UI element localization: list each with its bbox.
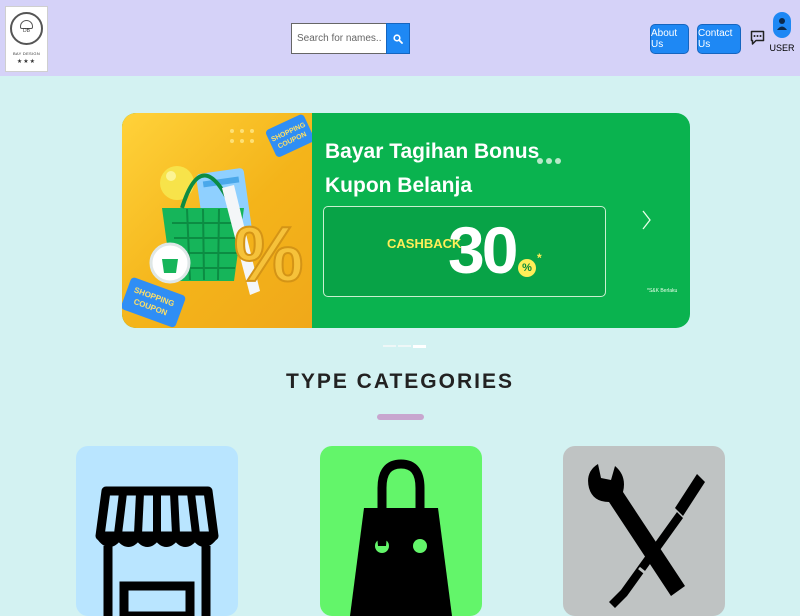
cashback-value: 30 — [448, 213, 518, 287]
chat-icon[interactable] — [750, 30, 765, 46]
contact-us-button[interactable]: Contact Us — [697, 24, 741, 54]
promo-banner[interactable]: SHOPPING COUPON % SHOPPING COUPON Bayar … — [122, 113, 690, 328]
logo-text-bottom: BAY DESIGN — [12, 51, 41, 56]
logo[interactable]: DB BAY DESIGN ★★★ — [5, 6, 48, 72]
about-us-button[interactable]: About Us — [650, 24, 689, 54]
banner-illustration: SHOPPING COUPON % SHOPPING COUPON — [122, 113, 315, 328]
user-icon — [773, 12, 791, 38]
user-label: USER — [769, 43, 795, 53]
cashback-asterisk: * — [537, 251, 542, 265]
categories-title: TYPE CATEGORIES — [286, 370, 514, 393]
svg-text:%: % — [234, 210, 303, 298]
tools-icon — [588, 464, 705, 608]
categories-underline — [377, 414, 424, 420]
shopping-bag-icon — [350, 459, 452, 616]
carousel-indicator-1[interactable] — [383, 345, 396, 347]
banner-title-line2: Kupon Belanja — [325, 174, 473, 197]
search-button[interactable] — [386, 23, 410, 54]
carousel-indicators — [383, 345, 428, 363]
carousel-indicator-3[interactable] — [413, 345, 426, 348]
banner-disclaimer: *S&K Berlaku — [647, 288, 678, 294]
logo-text-top: DB — [23, 28, 30, 34]
chevron-right-icon[interactable] — [640, 208, 652, 232]
cashback-box: CASHBACK 30 % * — [323, 206, 606, 297]
carousel-indicator-2[interactable] — [398, 345, 411, 347]
category-card-store[interactable] — [76, 446, 238, 616]
banner-title: Bayar Tagihan Bonus Kupon Belanja — [325, 135, 585, 203]
logo-stars: ★★★ — [16, 59, 37, 65]
search-input[interactable] — [291, 23, 386, 54]
banner-decor-dots — [537, 151, 564, 169]
store-icon — [95, 486, 219, 616]
category-card-shopping[interactable] — [320, 446, 482, 616]
search-icon — [393, 33, 403, 44]
cashback-percent: % — [518, 259, 536, 277]
user-menu[interactable]: USER — [769, 12, 795, 56]
header: DB BAY DESIGN ★★★ About Us Contact Us US… — [0, 0, 800, 76]
category-card-tools[interactable] — [563, 446, 725, 616]
